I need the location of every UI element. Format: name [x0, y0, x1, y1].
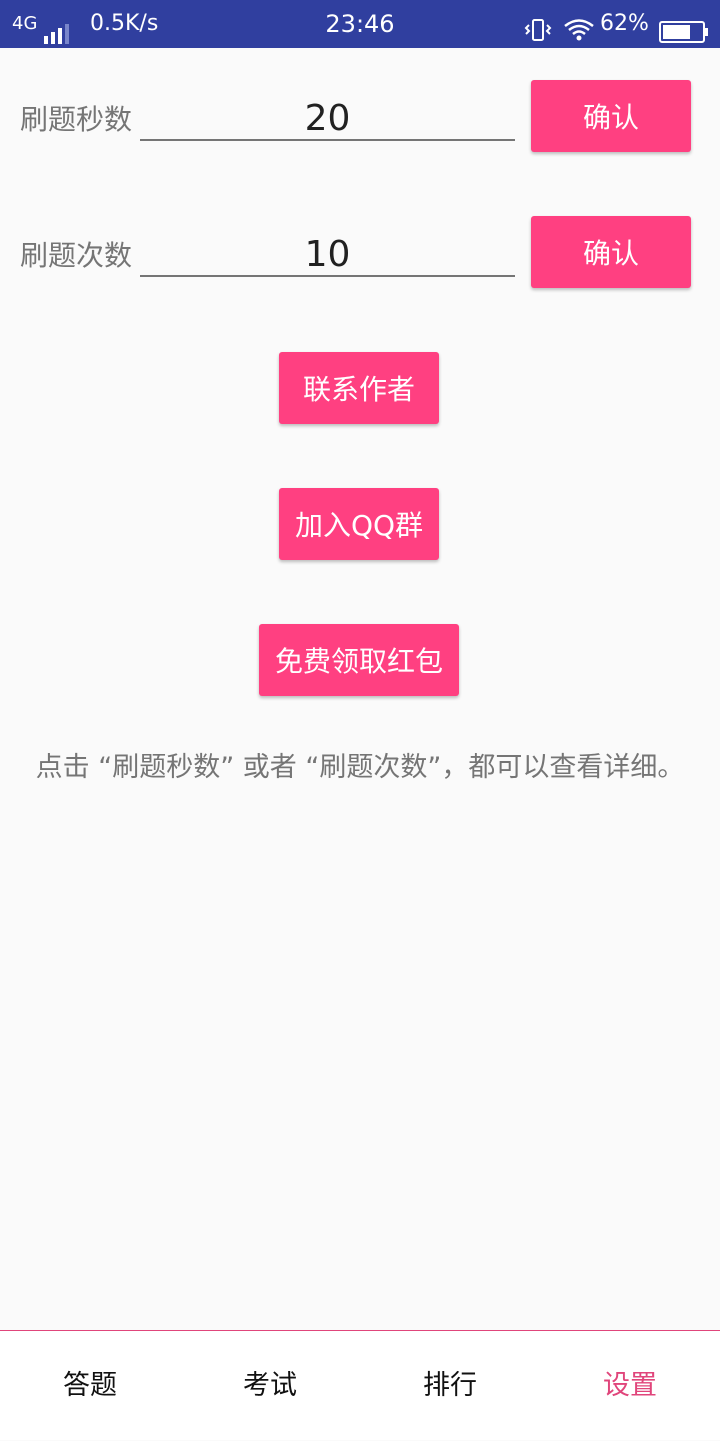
nav-tab-ranking[interactable]: 排行: [360, 1331, 540, 1441]
nav-tab-exam[interactable]: 考试: [180, 1331, 360, 1441]
nav-tab-settings[interactable]: 设置: [540, 1331, 720, 1441]
nav-tab-answer[interactable]: 答题: [0, 1331, 180, 1441]
count-input[interactable]: [140, 233, 515, 277]
join-qq-group-button[interactable]: 加入QQ群: [279, 488, 439, 560]
battery-percent: 62%: [600, 11, 649, 36]
seconds-input[interactable]: [140, 97, 515, 141]
hint-text: 点击 “刷题秒数” 或者 “刷题次数”，都可以查看详细。: [35, 752, 685, 783]
count-confirm-button[interactable]: 确认: [531, 216, 691, 288]
seconds-label[interactable]: 刷题秒数: [20, 98, 138, 138]
seconds-confirm-button[interactable]: 确认: [531, 80, 691, 152]
wifi-icon: [563, 12, 595, 41]
count-label[interactable]: 刷题次数: [20, 234, 138, 274]
free-red-packet-button[interactable]: 免费领取红包: [259, 624, 459, 696]
contact-author-button[interactable]: 联系作者: [279, 352, 439, 424]
status-bar: 4G 0.5K/s 23:46 62%: [0, 0, 720, 48]
bottom-nav: 答题 考试 排行 设置: [0, 1330, 720, 1440]
vibrate-icon: [524, 12, 552, 41]
battery-icon: [659, 13, 709, 43]
